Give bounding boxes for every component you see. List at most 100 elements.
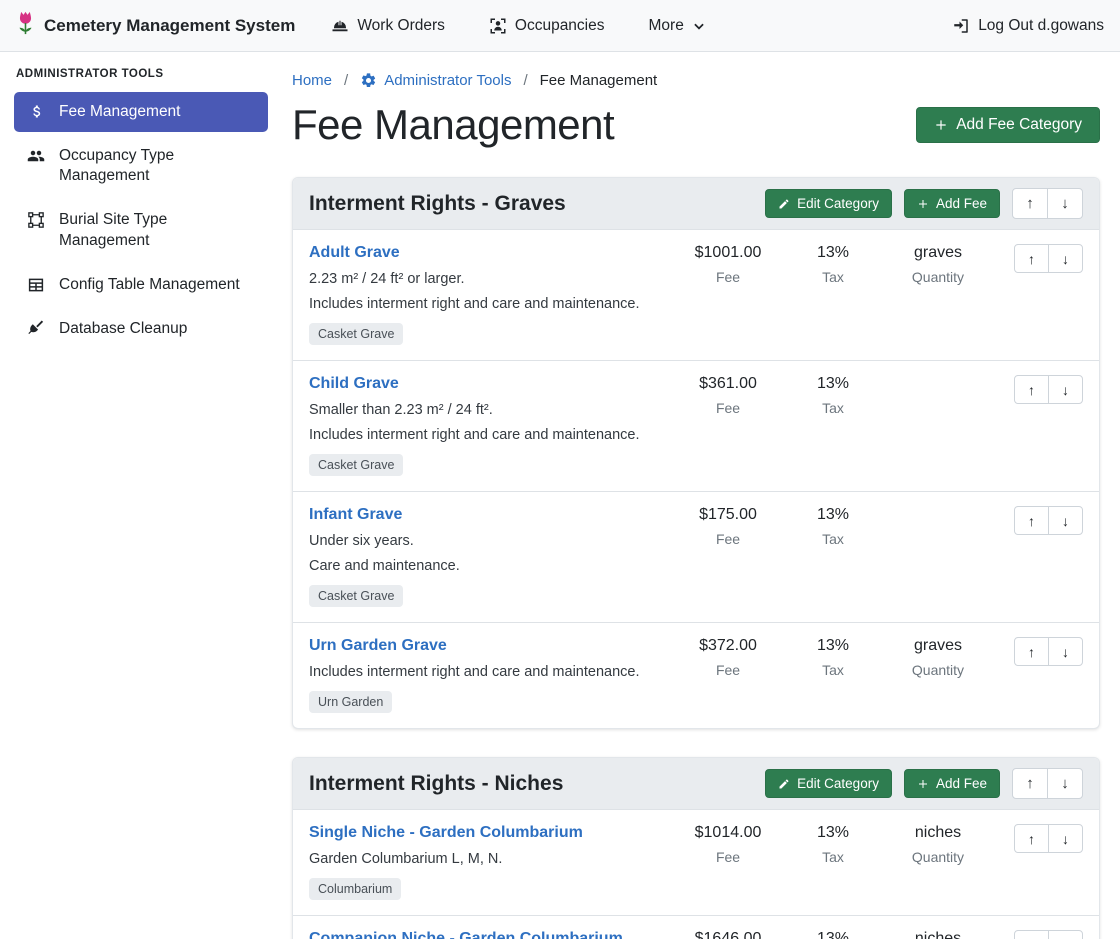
move-fee-down-button[interactable]: ↓ xyxy=(1048,244,1083,273)
fee-tax-col: 13% Tax xyxy=(783,637,883,678)
move-category-up-button[interactable]: ↑ xyxy=(1012,188,1048,219)
fee-reorder-group: ↑ ↓ xyxy=(1014,244,1083,273)
fee-name-link[interactable]: Companion Niche - Garden Columbarium xyxy=(309,930,623,939)
category-list: Interment Rights - Graves Edit Category … xyxy=(292,177,1100,939)
fee-quantity: graves xyxy=(883,244,993,262)
plus-icon xyxy=(934,118,948,132)
logout-link[interactable]: Log Out d.gowans xyxy=(952,17,1104,35)
edit-category-button[interactable]: Edit Category xyxy=(765,769,892,798)
main-content: Home / Administrator Tools / Fee Managem… xyxy=(280,52,1120,939)
fee-quantity-col xyxy=(883,506,993,513)
fee-row: Infant Grave Under six years.Care and ma… xyxy=(293,492,1099,623)
fee-description: Garden Columbarium L, M, N. xyxy=(309,851,673,867)
move-fee-up-button[interactable]: ↑ xyxy=(1014,824,1049,853)
add-fee-category-button[interactable]: Add Fee Category xyxy=(916,107,1100,143)
pencil-icon xyxy=(778,778,790,790)
fee-quantity: graves xyxy=(883,637,993,655)
move-fee-up-button[interactable]: ↑ xyxy=(1014,375,1049,404)
broom-icon xyxy=(26,320,46,338)
move-category-down-button[interactable]: ↓ xyxy=(1047,188,1083,219)
fee-reorder-group: ↑ ↓ xyxy=(1014,506,1083,535)
fee-name-link[interactable]: Single Niche - Garden Columbarium xyxy=(309,824,583,842)
fee-category-card: Interment Rights - Niches Edit Category … xyxy=(292,757,1100,939)
fee-quantity-label: Quantity xyxy=(883,662,993,678)
add-fee-button[interactable]: Add Fee xyxy=(904,189,1000,218)
fee-quantity-col xyxy=(883,375,993,382)
fee-info: Companion Niche - Garden Columbarium Gar… xyxy=(309,930,673,939)
fee-amount: $1001.00 xyxy=(673,244,783,262)
breadcrumb-home-link[interactable]: Home xyxy=(292,72,332,89)
fee-amount-label: Fee xyxy=(673,531,783,547)
fee-quantity-col: niches Quantity xyxy=(883,930,993,939)
pencil-icon xyxy=(778,198,790,210)
fee-tax: 13% xyxy=(783,375,883,393)
fee-descriptions: Smaller than 2.23 m² / 24 ft².Includes i… xyxy=(309,402,673,443)
plot-frame-icon xyxy=(26,211,46,229)
move-category-down-button[interactable]: ↓ xyxy=(1047,768,1083,799)
arrow-up-icon: ↑ xyxy=(1026,195,1034,212)
sidebar-item-fee-management[interactable]: Fee Management xyxy=(14,92,268,132)
fee-name-link[interactable]: Child Grave xyxy=(309,375,399,393)
breadcrumb-admin-tools-link[interactable]: Administrator Tools xyxy=(360,72,511,89)
arrow-up-icon: ↑ xyxy=(1028,251,1035,267)
move-fee-down-button[interactable]: ↓ xyxy=(1048,506,1083,535)
sidebar-item-occupancy-type-management[interactable]: Occupancy Type Management xyxy=(14,136,268,196)
nav-more-label: More xyxy=(649,17,684,35)
fee-quantity-col: graves Quantity xyxy=(883,244,993,285)
fee-category-card: Interment Rights - Graves Edit Category … xyxy=(292,177,1100,729)
fee-tax-label: Tax xyxy=(783,849,883,865)
fee-name-link[interactable]: Urn Garden Grave xyxy=(309,637,447,655)
app-brand[interactable]: Cemetery Management System xyxy=(16,10,295,41)
fee-amount-label: Fee xyxy=(673,662,783,678)
add-fee-button[interactable]: Add Fee xyxy=(904,769,1000,798)
nav-occupancies[interactable]: Occupancies xyxy=(489,17,605,35)
move-fee-up-button[interactable]: ↑ xyxy=(1014,244,1049,273)
people-icon xyxy=(26,147,46,165)
arrow-up-icon: ↑ xyxy=(1026,775,1034,792)
fee-amount-col: $1646.00 Fee xyxy=(673,930,783,939)
arrow-down-icon: ↓ xyxy=(1062,831,1069,847)
fee-quantity-col: graves Quantity xyxy=(883,637,993,678)
fee-descriptions: 2.23 m² / 24 ft² or larger.Includes inte… xyxy=(309,271,673,312)
fee-name-link[interactable]: Adult Grave xyxy=(309,244,400,262)
plus-icon xyxy=(917,778,929,790)
nav-work-orders[interactable]: Work Orders xyxy=(331,17,445,35)
fee-tax-col: 13% Tax xyxy=(783,244,883,285)
move-fee-down-button[interactable]: ↓ xyxy=(1048,637,1083,666)
fee-tax-label: Tax xyxy=(783,662,883,678)
fee-tag: Urn Garden xyxy=(309,691,392,713)
arrow-down-icon: ↓ xyxy=(1062,382,1069,398)
fee-info: Adult Grave 2.23 m² / 24 ft² or larger.I… xyxy=(309,244,673,345)
move-fee-up-button[interactable]: ↑ xyxy=(1014,637,1049,666)
fee-tax: 13% xyxy=(783,930,883,939)
fee-descriptions: Garden Columbarium L, M, N. xyxy=(309,851,673,867)
fee-tax-col: 13% Tax xyxy=(783,824,883,865)
move-fee-down-button[interactable]: ↓ xyxy=(1048,930,1083,939)
move-fee-up-button[interactable]: ↑ xyxy=(1014,506,1049,535)
main-nav: Work Orders Occupancies More xyxy=(331,17,706,35)
fee-description: Under six years. xyxy=(309,533,673,549)
arrow-up-icon: ↑ xyxy=(1028,644,1035,660)
fee-quantity-label: Quantity xyxy=(883,849,993,865)
nav-more[interactable]: More xyxy=(649,17,706,35)
move-fee-up-button[interactable]: ↑ xyxy=(1014,930,1049,939)
sidebar-item-burial-site-type-management[interactable]: Burial Site Type Management xyxy=(14,200,268,260)
fee-tag: Casket Grave xyxy=(309,323,403,345)
fee-tax: 13% xyxy=(783,637,883,655)
edit-category-button[interactable]: Edit Category xyxy=(765,189,892,218)
move-category-up-button[interactable]: ↑ xyxy=(1012,768,1048,799)
fee-amount-col: $1001.00 Fee xyxy=(673,244,783,285)
move-fee-down-button[interactable]: ↓ xyxy=(1048,824,1083,853)
breadcrumb-admin-tools-label: Administrator Tools xyxy=(384,72,511,89)
fee-quantity: niches xyxy=(883,930,993,939)
sidebar-item-database-cleanup[interactable]: Database Cleanup xyxy=(14,309,268,349)
fee-reorder-group: ↑ ↓ xyxy=(1014,637,1083,666)
breadcrumb: Home / Administrator Tools / Fee Managem… xyxy=(292,72,1100,89)
fee-description: Smaller than 2.23 m² / 24 ft². xyxy=(309,402,673,418)
move-fee-down-button[interactable]: ↓ xyxy=(1048,375,1083,404)
admin-sidebar: ADMINISTRATOR TOOLS Fee ManagementOccupa… xyxy=(0,52,280,373)
fee-tax-col: 13% Tax xyxy=(783,930,883,939)
sidebar-item-config-table-management[interactable]: Config Table Management xyxy=(14,265,268,305)
arrow-down-icon: ↓ xyxy=(1062,513,1069,529)
fee-name-link[interactable]: Infant Grave xyxy=(309,506,402,524)
